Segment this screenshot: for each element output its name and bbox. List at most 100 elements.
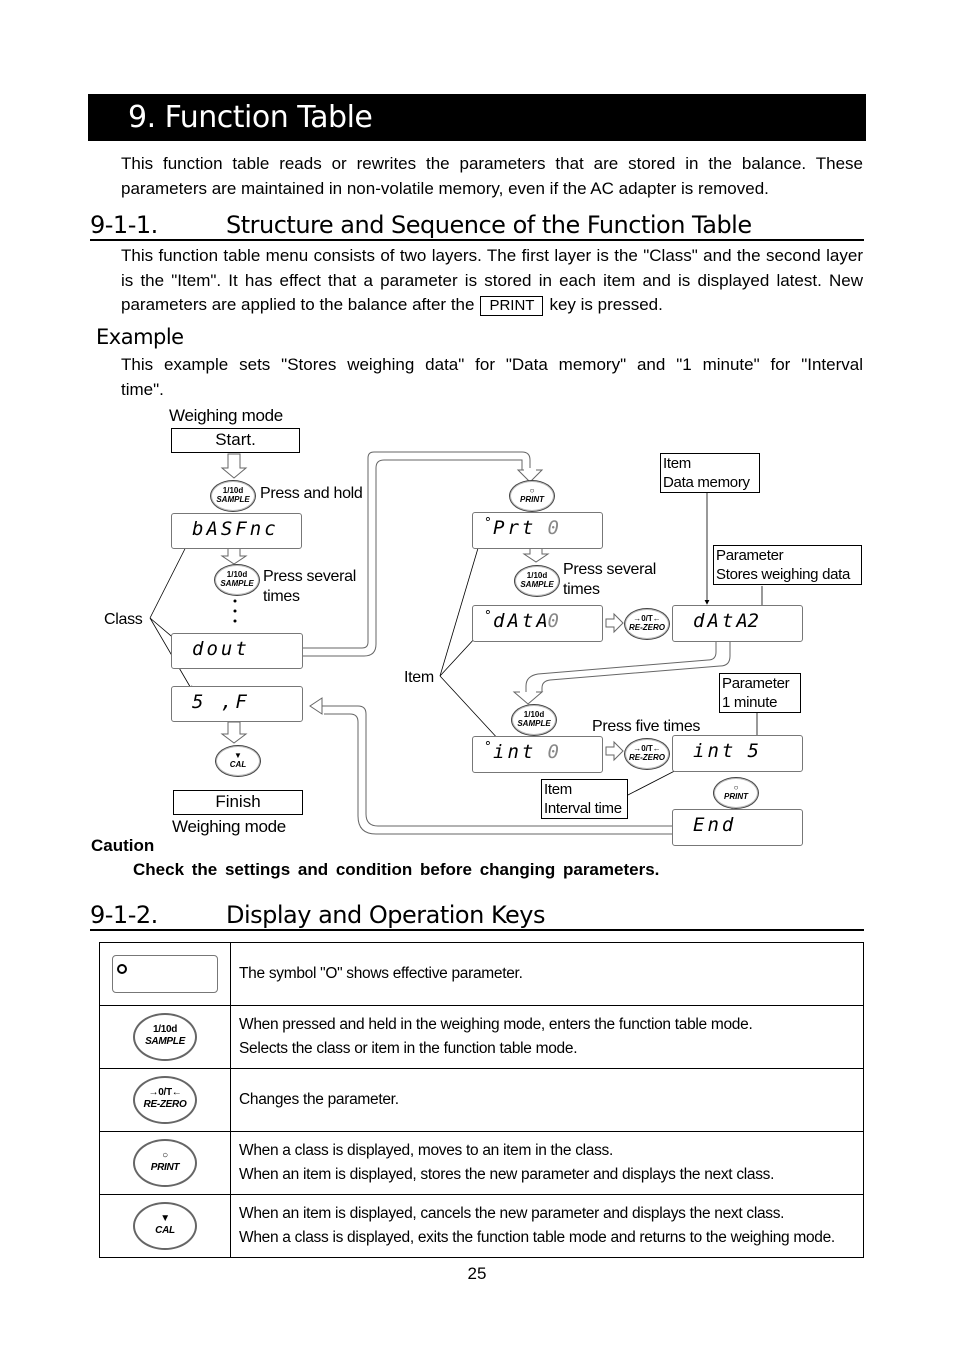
sample-key[interactable]: 1/10d SAMPLE [511,704,557,736]
rezero-key[interactable]: →0/T← RE-ZERO [624,608,670,640]
key-label: SAMPLE [145,1036,185,1047]
sample-key-top: 1/10d [523,710,545,719]
display-text: 5 ,F [192,691,250,713]
sample-key-label: SAMPLE [520,580,554,589]
blinking-digit: 0 [547,741,562,763]
display-text: dAtA [493,610,551,632]
press-and-hold-label: Press and hold [260,485,363,502]
press-several-times: times [263,588,300,605]
print-key[interactable]: ○ PRINT [713,777,759,809]
display-symbol-icon [112,955,218,993]
note-line: Interval time [544,800,622,817]
start-box: Start. [171,428,300,453]
description-line: When an item is displayed, stores the ne… [239,1166,775,1183]
cal-key-arrow: ▼ [234,751,242,760]
table-row: →0/T← RE-ZERO Changes the parameter. [99,1068,864,1132]
display-end: End [672,809,803,846]
rezero-key[interactable]: →0/T← RE-ZERO [624,738,670,770]
description-line: Changes the parameter. [239,1091,399,1108]
finish-caption: Weighing mode [172,817,286,836]
section-heading-9-1-2: 9-1-2. Display and Operation Keys [90,901,864,931]
sample-key-icon: 1/10d SAMPLE [133,1013,197,1061]
class-label: Class [104,611,143,628]
description-cell: When an item is displayed, cancels the n… [230,1194,864,1258]
description-cell: When a class is displayed, moves to an i… [230,1131,864,1195]
note-line: Stores weighing data [716,566,851,583]
table-row: ▼ CAL When an item is displayed, cancels … [99,1194,864,1258]
cal-key-icon: ▼ CAL [133,1202,197,1250]
blinking-digit: 0 [547,517,562,539]
blinking-digit: 0 [547,610,562,632]
press-several-label: Press several times [563,560,656,600]
sample-key-top: 1/10d [526,571,548,580]
display-text: int [493,741,537,763]
cal-key[interactable]: ▼ CAL [215,745,261,777]
display-sif: 5 ,F [171,686,303,722]
key-top: ▼ [160,1213,170,1224]
start-caption: Weighing mode [169,406,283,425]
description-line: Selects the class or item in the functio… [239,1040,578,1057]
rezero-key-symbol: →0/T← [633,744,661,753]
sample-key[interactable]: 1/10d SAMPLE [210,480,256,512]
sample-key[interactable]: 1/10d SAMPLE [514,565,560,597]
table-row: ○ PRINT When a class is displayed, moves … [99,1131,864,1195]
blinking-digit: 5 [747,740,762,762]
description-line: When an item is displayed, cancels the n… [239,1205,785,1222]
print-key[interactable]: ○ PRINT [509,480,555,512]
print-key-symbol: ○ [529,486,535,495]
note-line: Parameter [716,547,784,564]
description-cell: The symbol "O" shows effective parameter… [230,942,864,1006]
note-line: Item [663,455,691,472]
key-label: PRINT [150,1162,180,1173]
sample-key-top: 1/10d [222,486,244,495]
note-line: Item [544,781,572,798]
note-item-data-memory: Item Data memory [660,453,760,493]
display-text: dAtA [693,610,751,632]
sample-key-label: SAMPLE [216,495,250,504]
note-line: Parameter [722,675,790,692]
section-number: 9-1-2. [90,901,158,929]
rezero-key-label: RE-ZERO [629,623,665,632]
display-data-2: dAtA 2 [672,605,803,642]
rezero-key-icon: →0/T← RE-ZERO [133,1076,197,1124]
display-text: Prt [493,517,537,539]
sample-key-label: SAMPLE [220,579,254,588]
note-item-interval: Item Interval time [541,779,628,819]
display-basfnc: bASFnc [171,513,302,549]
press-five-times-label: Press five times [592,718,701,735]
icon-cell: ▼ CAL [99,1194,231,1258]
display-text: End [693,814,737,836]
page-number: 25 [467,1264,487,1283]
rezero-key-symbol: →0/T← [633,614,661,623]
operation-keys-table: The symbol "O" shows effective parameter… [99,942,864,1258]
section-title: Display and Operation Keys [226,901,545,929]
display-data: ° dAtA 0 [472,605,603,642]
sample-key-label: SAMPLE [517,719,551,728]
description-line: When a class is displayed, moves to an i… [239,1142,614,1159]
display-text: int [693,740,737,762]
caution-heading: Caution [91,836,155,855]
item-label: Item [404,669,434,686]
print-key-label: PRINT [724,792,748,801]
description-line: When pressed and held in the weighing mo… [239,1016,753,1033]
note-line: 1 minute [722,694,778,711]
key-label: CAL [155,1225,175,1236]
icon-cell: →0/T← RE-ZERO [99,1068,231,1132]
key-top: 1/10d [152,1024,178,1035]
note-line: Data memory [663,474,750,491]
table-row: The symbol "O" shows effective parameter… [99,942,864,1006]
cal-key-label: CAL [229,760,247,769]
display-prt: ° Prt 0 [472,512,603,549]
sample-key-top: 1/10d [226,570,248,579]
description-cell: When pressed and held in the weighing mo… [230,1005,864,1069]
icon-cell: ○ PRINT [99,1131,231,1195]
note-param-stores: Parameter Stores weighing data [713,545,862,585]
sample-key[interactable]: 1/10d SAMPLE [214,564,260,596]
description-line: When a class is displayed, exits the fun… [239,1229,835,1246]
print-key-icon: ○ PRINT [133,1139,197,1187]
display-text: bASFnc [192,518,279,540]
key-label: RE-ZERO [143,1099,187,1110]
finish-box: Finish [173,790,303,815]
print-key-symbol: ○ [733,783,739,792]
display-dout: dout [171,633,303,669]
